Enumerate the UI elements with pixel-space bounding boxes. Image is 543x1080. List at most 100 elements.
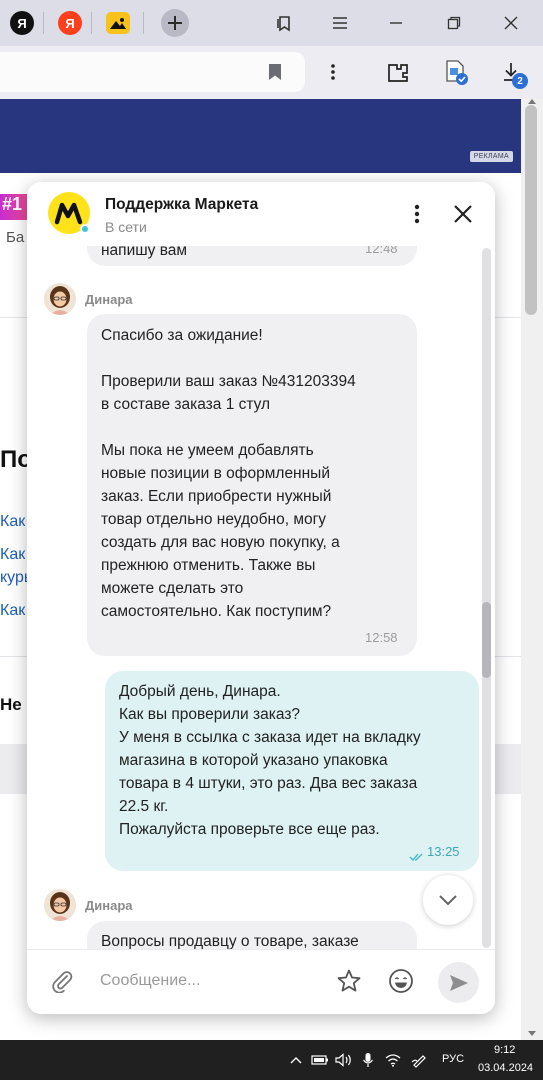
- message-time: 13:25: [427, 844, 460, 859]
- sender-name: Динара: [85, 292, 133, 307]
- clock-date[interactable]: 03.04.2024: [478, 1062, 533, 1074]
- yandex-browser-tab[interactable]: Я: [58, 11, 82, 35]
- volume-button[interactable]: [335, 1051, 353, 1069]
- image-extension-button[interactable]: [443, 59, 469, 85]
- new-tab-button[interactable]: [161, 9, 189, 37]
- message-line: создать для вас новую покупку, а: [101, 534, 340, 551]
- message-line: [101, 347, 403, 370]
- close-window-button[interactable]: [500, 12, 522, 34]
- page-scrollbar[interactable]: [521, 99, 543, 1040]
- close-icon: [504, 16, 518, 30]
- read-check-icon: [409, 846, 425, 869]
- message-line: У меня в ссылка с заказа идет на вкладку: [119, 729, 421, 746]
- attach-button[interactable]: [47, 966, 77, 996]
- sender-name: Динара: [85, 898, 133, 913]
- plus-icon: [168, 16, 182, 30]
- message-line: Мы пока не умеем добавлять: [101, 442, 314, 459]
- message-line: Пожалуйста проверьте все еще раз.: [119, 821, 380, 838]
- emoji-icon: [389, 969, 413, 993]
- incoming-message: Спасибо за ожидание! Проверили ваш заказ…: [87, 314, 417, 656]
- yandex-browser-tab-icon: Я: [65, 15, 75, 31]
- online-indicator: [80, 224, 90, 234]
- battery-icon: [311, 1055, 328, 1065]
- outgoing-message: Добрый день, Динара. Как вы проверили за…: [105, 671, 479, 871]
- restore-button[interactable]: [443, 12, 465, 34]
- avatar: [44, 283, 76, 315]
- message-time: 12:58: [365, 630, 398, 645]
- message-time: 12:48: [365, 246, 398, 256]
- more-vertical-icon: [331, 64, 335, 80]
- yandex-tab[interactable]: Я: [10, 11, 34, 35]
- microphone-icon: [363, 1053, 373, 1067]
- emoji-button[interactable]: [386, 966, 416, 996]
- paperclip-icon: [52, 971, 73, 993]
- page-link-fragment[interactable]: Как: [0, 546, 25, 564]
- battery-button[interactable]: [311, 1051, 329, 1069]
- scroll-up-arrow[interactable]: [528, 99, 536, 104]
- downloads-badge: 2: [512, 73, 528, 89]
- network-button[interactable]: [384, 1051, 402, 1069]
- message-input[interactable]: Сообщение...: [100, 972, 200, 990]
- chat-menu-button[interactable]: [402, 199, 432, 229]
- chat-status: В сети: [105, 219, 147, 235]
- page-link-fragment[interactable]: Как: [0, 513, 25, 531]
- more-vertical-icon: [414, 204, 420, 224]
- message-line: Проверили ваш заказ №431203394: [101, 373, 356, 390]
- chat-scrollbar[interactable]: [482, 248, 491, 948]
- message-line: товара в 4 штуки, это раз. Два вес заказ…: [119, 775, 418, 792]
- scroll-down-arrow[interactable]: [528, 1031, 536, 1036]
- restore-icon: [447, 16, 461, 30]
- message-line: в составе заказа 1 стул: [101, 396, 271, 413]
- message-line: Вопросы продавцу о товаре, заказе: [101, 933, 359, 949]
- chat-title: Поддержка Маркета: [105, 196, 259, 213]
- incoming-message: напишу вам 12:48: [87, 246, 417, 266]
- message-line: прежнюю отменить. Также вы: [101, 557, 316, 574]
- message-line: Как вы проверили заказ?: [119, 706, 301, 723]
- bookmarks-tabs-icon: [277, 16, 290, 32]
- image-edit-icon: [446, 60, 468, 85]
- minimize-icon: [390, 22, 402, 24]
- avatar: [44, 889, 76, 921]
- extensions-button[interactable]: [385, 59, 411, 85]
- message-line: самостоятельно. Как поступим?: [101, 603, 332, 620]
- minimize-button[interactable]: [385, 12, 407, 34]
- menu-button[interactable]: [329, 12, 351, 34]
- downloads-button[interactable]: 2: [498, 59, 528, 89]
- send-button[interactable]: [438, 962, 479, 1003]
- yandex-tab-icon: Я: [17, 15, 27, 31]
- bookmark-button[interactable]: [268, 63, 282, 85]
- message-list[interactable]: напишу вам 12:48 Динара Спасибо за ожида…: [27, 246, 495, 949]
- chevron-up-icon: [290, 1057, 302, 1064]
- address-field[interactable]: [0, 52, 305, 92]
- hamburger-icon: [333, 17, 347, 29]
- scroll-to-bottom-button[interactable]: [423, 875, 473, 925]
- chat-close-button[interactable]: [448, 199, 478, 229]
- chat-scroll-thumb[interactable]: [482, 602, 491, 678]
- show-hidden-icons-button[interactable]: [287, 1051, 305, 1069]
- page-link-fragment[interactable]: Как: [0, 602, 25, 620]
- chat-header: Поддержка Маркета В сети: [27, 182, 495, 246]
- message-composer: Сообщение...: [27, 949, 495, 1014]
- image-tab[interactable]: [106, 12, 130, 34]
- message-line: товар отдельно неудобно, могу: [101, 511, 327, 528]
- microphone-button[interactable]: [359, 1051, 377, 1069]
- pen-button[interactable]: [410, 1051, 428, 1069]
- taskbar: РУС 9:12 03.04.2024: [0, 1040, 543, 1080]
- pen-icon: [411, 1055, 426, 1068]
- market-logo-icon: [54, 202, 83, 225]
- clock-time[interactable]: 9:12: [494, 1044, 515, 1056]
- tab-manager-button[interactable]: [273, 12, 295, 34]
- tab-separator: [143, 12, 144, 34]
- favorites-button[interactable]: [334, 966, 364, 996]
- message-line: новые позиции в оформленный: [101, 465, 330, 482]
- input-language[interactable]: РУС: [442, 1053, 464, 1065]
- message-line: можете сделать это: [101, 580, 244, 597]
- message-text: напишу вам: [101, 246, 188, 259]
- ad-banner[interactable]: РЕКЛАМА: [0, 99, 521, 173]
- page-scroll-thumb[interactable]: [525, 105, 537, 315]
- close-icon: [454, 205, 472, 223]
- more-options-button[interactable]: [320, 59, 346, 85]
- image-icon: [109, 16, 127, 30]
- ad-label: РЕКЛАМА: [469, 151, 513, 162]
- support-chat-widget: Поддержка Маркета В сети напишу вам 12:4…: [27, 182, 495, 1014]
